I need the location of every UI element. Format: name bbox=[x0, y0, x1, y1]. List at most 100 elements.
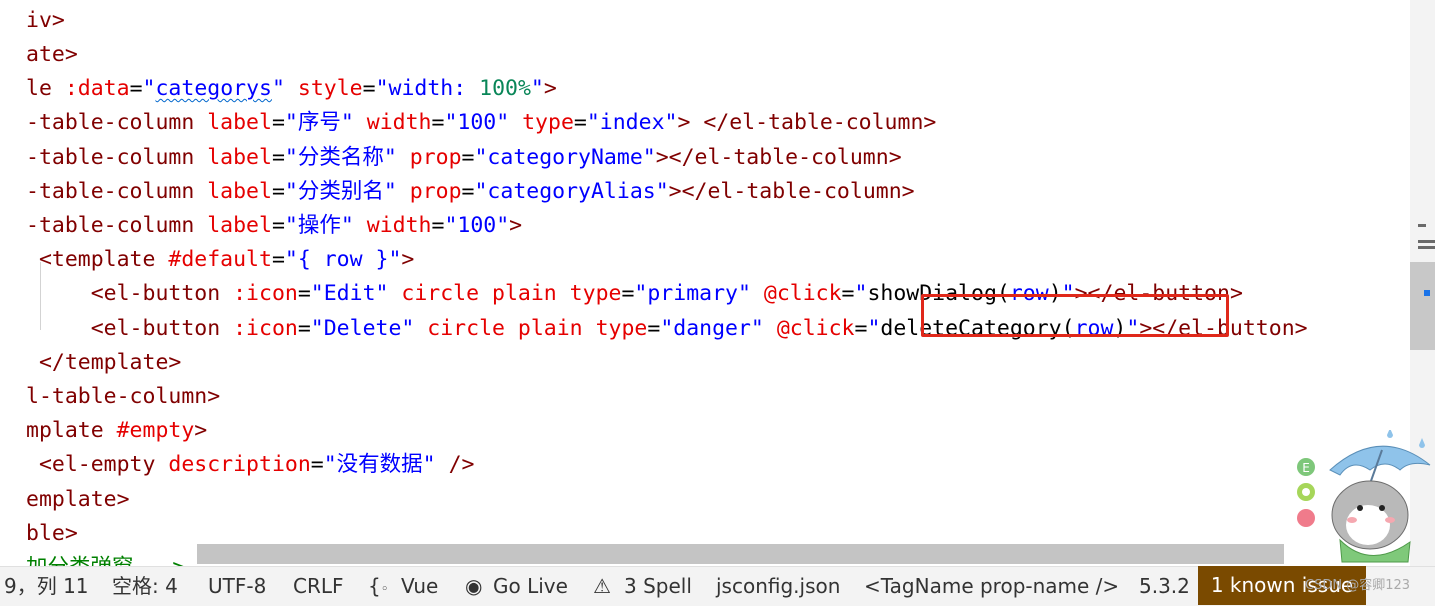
code-token: 100% bbox=[479, 76, 531, 101]
code-token: = bbox=[461, 145, 475, 170]
code-line[interactable]: -table-column label="操作" width="100"> bbox=[26, 209, 522, 243]
vertical-scrollbar-thumb[interactable] bbox=[1410, 262, 1435, 350]
overview-ruler-mark bbox=[1418, 224, 1426, 227]
status-language[interactable]: Vue bbox=[401, 567, 438, 606]
code-line[interactable]: -table-column label="分类别名" prop="categor… bbox=[26, 175, 915, 209]
code-token: ></el-table-column> bbox=[655, 145, 902, 170]
code-token: label bbox=[207, 213, 272, 238]
code-token: @click bbox=[776, 316, 855, 341]
code-token: -table-column bbox=[26, 110, 208, 135]
code-token: > bbox=[543, 76, 557, 101]
code-line[interactable]: -table-column label="分类名称" prop="categor… bbox=[26, 141, 902, 175]
code-token: > bbox=[401, 247, 415, 272]
code-token: -table-column bbox=[26, 213, 208, 238]
code-token: "分类名称" bbox=[284, 145, 410, 170]
code-token: :icon bbox=[233, 316, 298, 341]
code-token: = bbox=[297, 316, 311, 341]
code-token: = bbox=[271, 247, 285, 272]
code-token: > bbox=[194, 418, 208, 443]
indent-guide bbox=[40, 262, 41, 330]
code-token: <template bbox=[26, 247, 169, 272]
code-token: width bbox=[366, 213, 432, 238]
code-token: @click bbox=[763, 281, 842, 306]
code-token: "danger" bbox=[660, 316, 777, 341]
code-line[interactable]: emplate> bbox=[26, 483, 130, 517]
code-token: circle plain type bbox=[427, 316, 648, 341]
code-token: "没有数据" bbox=[323, 452, 449, 477]
code-token: = bbox=[310, 452, 324, 477]
code-token: :data bbox=[64, 76, 130, 101]
status-spell[interactable]: 3 Spell bbox=[624, 567, 692, 606]
code-token: "Delete" bbox=[310, 316, 428, 341]
overview-ruler-mark bbox=[1418, 240, 1435, 243]
horizontal-scrollbar-thumb[interactable] bbox=[197, 544, 1284, 564]
code-editor[interactable]: iv> ate> le :data="categorys" style="width… bbox=[0, 0, 1410, 566]
code-token: = bbox=[129, 76, 143, 101]
code-token: iv> bbox=[26, 8, 65, 33]
code-token: = bbox=[271, 213, 285, 238]
code-line[interactable]: mplate #empty> bbox=[26, 414, 207, 448]
code-line[interactable]: </template> bbox=[26, 346, 181, 380]
code-line[interactable]: 加分类弹窗 --> bbox=[26, 551, 185, 566]
status-indentation[interactable]: 空格: 4 bbox=[112, 567, 178, 606]
code-token: #default bbox=[168, 247, 272, 272]
code-token: circle plain type bbox=[401, 281, 622, 306]
status-tagname[interactable]: <TagName prop-name /> bbox=[864, 567, 1119, 606]
language-braces-icon[interactable]: {◦ bbox=[368, 567, 388, 606]
code-token: "index" bbox=[586, 110, 678, 135]
code-token: </template> bbox=[26, 350, 182, 375]
code-line[interactable]: l-table-column> bbox=[26, 380, 220, 414]
code-line[interactable]: <template #default="{ row }"> bbox=[26, 243, 414, 277]
status-eol[interactable]: CRLF bbox=[293, 567, 344, 606]
overview-ruler-cursor bbox=[1424, 290, 1430, 296]
code-token: "Edit" bbox=[310, 281, 402, 306]
code-token: ble> bbox=[26, 521, 78, 546]
status-version[interactable]: 5.3.2 bbox=[1139, 567, 1190, 606]
code-line[interactable]: <el-empty description="没有数据" /> bbox=[26, 448, 475, 482]
highlight-annotation-box bbox=[921, 294, 1229, 337]
code-line[interactable]: ble> bbox=[26, 517, 78, 551]
code-line[interactable]: ate> bbox=[26, 38, 78, 72]
code-token: label bbox=[207, 110, 272, 135]
code-token: "分类别名" bbox=[284, 179, 410, 204]
status-cursor-position[interactable]: 9，列 11 bbox=[4, 567, 89, 606]
code-line[interactable]: -table-column label="序号" width="100" typ… bbox=[26, 106, 936, 140]
code-token: label bbox=[207, 145, 272, 170]
code-token: = bbox=[297, 281, 311, 306]
code-token: style bbox=[297, 76, 363, 101]
code-line[interactable]: le :data="categorys" style="width: 100%"… bbox=[26, 72, 557, 106]
code-token: = bbox=[271, 179, 285, 204]
code-token: "categoryName" bbox=[474, 145, 656, 170]
status-golive[interactable]: Go Live bbox=[493, 567, 568, 606]
code-token: mplate bbox=[26, 418, 117, 443]
svg-text:E: E bbox=[1302, 461, 1310, 475]
code-token: :icon bbox=[233, 281, 298, 306]
code-token: "操作" bbox=[284, 213, 367, 238]
status-jsconfig[interactable]: jsconfig.json bbox=[716, 567, 840, 606]
code-token: "{ row }" bbox=[284, 247, 402, 272]
code-token: emplate> bbox=[26, 487, 130, 512]
code-token: = bbox=[271, 110, 285, 135]
code-token: = bbox=[461, 179, 475, 204]
code-token: "categoryAlias" bbox=[474, 179, 669, 204]
code-token: categorys bbox=[155, 76, 272, 101]
code-token: " bbox=[530, 76, 544, 101]
code-token: "100" bbox=[444, 110, 523, 135]
code-line[interactable]: iv> bbox=[26, 4, 65, 38]
status-encoding[interactable]: UTF-8 bbox=[208, 567, 266, 606]
code-token: width bbox=[366, 110, 432, 135]
code-token: 加分类弹窗 --> bbox=[26, 555, 185, 566]
code-token: > </el-table-column> bbox=[677, 110, 937, 135]
code-token: <el-button bbox=[26, 281, 234, 306]
warning-icon[interactable]: ⚠ bbox=[593, 567, 611, 606]
code-token: " bbox=[854, 281, 868, 306]
code-token: ate> bbox=[26, 42, 78, 67]
code-token: "100" bbox=[444, 213, 510, 238]
code-token: = bbox=[573, 110, 587, 135]
code-token: = bbox=[841, 281, 855, 306]
code-token: " bbox=[142, 76, 156, 101]
code-token: le bbox=[26, 76, 65, 101]
broadcast-icon[interactable]: ◉ bbox=[465, 567, 482, 606]
code-token: prop bbox=[409, 145, 462, 170]
code-token: ></el-table-column> bbox=[668, 179, 915, 204]
